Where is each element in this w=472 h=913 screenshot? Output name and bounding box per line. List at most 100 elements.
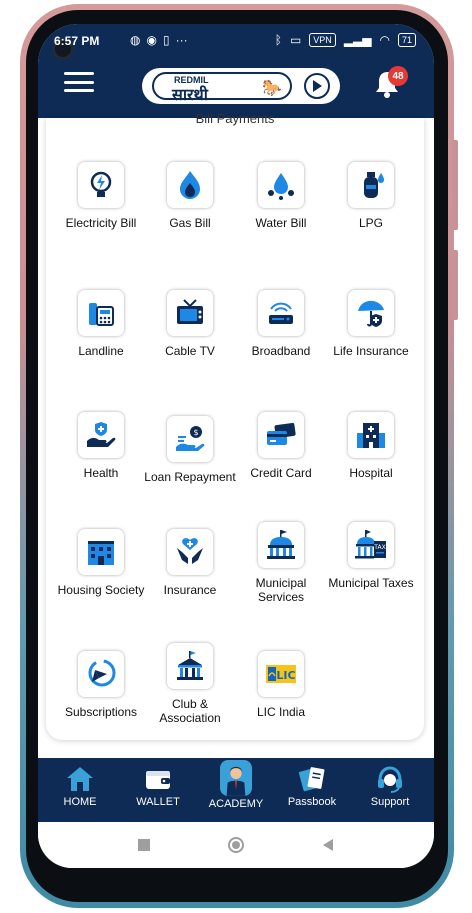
play-icon[interactable] xyxy=(304,73,330,99)
service-municipal-taxes[interactable]: TAX Municipal Taxes xyxy=(325,522,417,590)
service-label: Credit Card xyxy=(250,466,312,480)
service-label: Municipal Services xyxy=(255,576,307,604)
service-subscriptions[interactable]: Subscriptions xyxy=(55,651,147,719)
service-insurance[interactable]: Insurance xyxy=(144,529,236,597)
status-time: 6:57 PM xyxy=(54,34,100,48)
wallet-icon xyxy=(146,771,170,789)
section-title: Bill Payments xyxy=(195,111,275,126)
chariot-icon: 🐎 xyxy=(262,80,282,97)
back-triangle-icon[interactable] xyxy=(319,836,337,854)
academy-avatar-icon xyxy=(220,760,252,796)
logo-hindi-text: सारथी xyxy=(172,87,208,104)
notification-count-badge: 48 xyxy=(388,66,408,86)
whatsapp-icon: ◉ xyxy=(146,33,157,47)
nav-label: WALLET xyxy=(136,796,180,808)
nav-label: Support xyxy=(370,796,410,808)
bottom-navigation: HOME WALLET ACADEMY Passbook Support xyxy=(38,758,434,822)
service-municipal-services[interactable]: Municipal Services xyxy=(235,522,327,604)
bluetooth-icon: ᛒ xyxy=(274,33,282,47)
nav-label: Passbook xyxy=(287,796,337,808)
nav-academy[interactable]: ACADEMY xyxy=(196,760,276,810)
signal-icon: ▂▃▅ xyxy=(343,33,372,47)
home-circle-icon[interactable] xyxy=(227,836,245,854)
service-credit-card[interactable]: Credit Card xyxy=(235,412,327,480)
system-navigation-bar xyxy=(38,822,434,868)
building-icon xyxy=(78,529,124,575)
service-loan-repayment[interactable]: $ Loan Repayment xyxy=(144,416,236,484)
service-cable-tv[interactable]: Cable TV xyxy=(144,290,236,358)
service-water-bill[interactable]: Water Bill xyxy=(235,162,327,230)
lpg-cylinder-icon xyxy=(348,162,394,208)
gas-flame-icon xyxy=(167,162,213,208)
club-building-icon xyxy=(167,643,213,689)
svg-text:LIC: LIC xyxy=(276,669,295,682)
municipal-building-icon xyxy=(258,522,304,568)
service-label: Cable TV xyxy=(165,344,215,358)
sim-icon: ▯ xyxy=(162,33,170,47)
service-label: Gas Bill xyxy=(169,216,211,230)
tv-icon xyxy=(167,290,213,336)
volume-button xyxy=(452,140,458,230)
app-screen: 6:57 PM ◍ ◉ ▯ ··· ᛒ ▭ VPN ▂▃▅ ◠ 71 REDMI… xyxy=(38,24,434,868)
landline-phone-icon xyxy=(78,290,124,336)
umbrella-shield-icon xyxy=(348,290,394,336)
service-label: Health xyxy=(83,466,119,480)
nav-support[interactable]: Support xyxy=(350,764,430,808)
service-label: Housing Society xyxy=(57,583,145,597)
app-header: 6:57 PM ◍ ◉ ▯ ··· ᛒ ▭ VPN ▂▃▅ ◠ 71 REDMI… xyxy=(38,24,434,118)
nav-label: HOME xyxy=(63,796,97,808)
service-club-association[interactable]: Club & Association xyxy=(144,643,236,725)
service-housing-society[interactable]: Housing Society xyxy=(55,529,147,597)
service-label: Hospital xyxy=(349,466,393,480)
electricity-icon xyxy=(78,162,124,208)
nav-label: ACADEMY xyxy=(208,798,264,810)
service-gas-bill[interactable]: Gas Bill xyxy=(144,162,236,230)
battery-indicator: 71 xyxy=(397,33,416,47)
service-label: Landline xyxy=(78,344,124,358)
service-health[interactable]: Health xyxy=(55,412,147,480)
hamburger-menu-icon[interactable] xyxy=(64,72,94,92)
service-broadband[interactable]: Broadband xyxy=(235,290,327,358)
service-electricity-bill[interactable]: Electricity Bill xyxy=(55,162,147,230)
service-label: Water Bill xyxy=(255,216,307,230)
status-notification-icons: ◍ ◉ ▯ ··· xyxy=(96,32,188,48)
nav-wallet[interactable]: WALLET xyxy=(118,764,198,808)
lic-logo-icon: LIC xyxy=(258,651,304,697)
service-label: Club & Association xyxy=(159,697,221,725)
vpn-badge: VPN xyxy=(309,33,336,47)
notification-bell-button[interactable]: 48 xyxy=(374,66,408,100)
passbook-icon xyxy=(298,767,325,792)
recent-apps-icon[interactable] xyxy=(135,836,153,854)
subscription-icon xyxy=(78,651,124,697)
service-label: LPG xyxy=(358,216,383,230)
router-icon xyxy=(258,290,304,336)
more-dots-icon: ··· xyxy=(175,33,188,47)
app-logo-banner[interactable]: REDMIL सारथी 🐎 xyxy=(142,68,340,104)
service-life-insurance[interactable]: Life Insurance xyxy=(325,290,417,358)
nav-passbook[interactable]: Passbook xyxy=(272,764,352,808)
status-system-icons: ᛒ ▭ VPN ▂▃▅ ◠ 71 xyxy=(275,32,416,48)
service-lic-india[interactable]: LIC LIC India xyxy=(235,651,327,719)
health-hand-icon xyxy=(78,412,124,458)
insurance-hands-icon xyxy=(167,529,213,575)
service-label: Life Insurance xyxy=(333,344,409,358)
service-label: Insurance xyxy=(163,583,217,597)
service-label: Broadband xyxy=(251,344,311,358)
service-label: Subscriptions xyxy=(64,705,138,719)
service-label: Loan Repayment xyxy=(144,470,236,484)
service-hospital[interactable]: Hospital xyxy=(325,412,417,480)
service-label: Electricity Bill xyxy=(65,216,137,230)
wifi-icon: ◠ xyxy=(379,33,390,47)
bill-payments-card: Bill Payments Electricity Bill Gas Bill xyxy=(46,111,424,740)
svg-text:$: $ xyxy=(193,428,198,437)
service-lpg[interactable]: LPG xyxy=(325,162,417,230)
hospital-icon xyxy=(348,412,394,458)
messenger-icon: ◍ xyxy=(130,33,141,47)
headset-icon xyxy=(378,766,402,793)
status-bar: 6:57 PM ◍ ◉ ▯ ··· ᛒ ▭ VPN ▂▃▅ ◠ 71 xyxy=(38,32,434,52)
loan-hand-icon: $ xyxy=(167,416,213,462)
service-label: LIC India xyxy=(256,705,306,719)
nav-home[interactable]: HOME xyxy=(40,764,120,808)
municipal-tax-icon: TAX xyxy=(348,522,394,568)
service-landline[interactable]: Landline xyxy=(55,290,147,358)
